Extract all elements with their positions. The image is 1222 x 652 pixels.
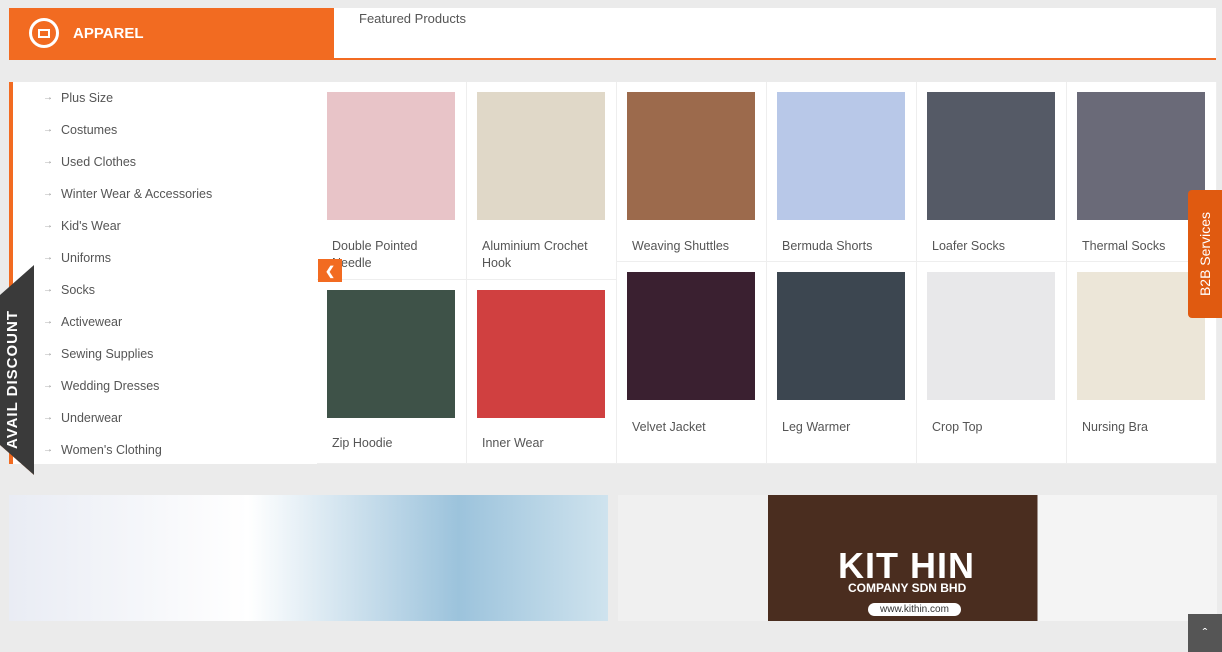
kithin-banner[interactable]: KIT HIN COMPANY SDN BHD www.kithin.com xyxy=(618,495,1217,621)
sidebar-item[interactable]: → Winter Wear & Accessories xyxy=(43,184,309,216)
b2b-services-tab[interactable]: B2B Services xyxy=(1188,190,1222,318)
product-card[interactable]: Zip Hoodie xyxy=(317,280,467,464)
banner-subtitle: COMPANY SDN BHD xyxy=(848,581,967,595)
scroll-to-top-button[interactable]: ˆ xyxy=(1188,614,1222,652)
product-card[interactable]: Bermuda Shorts xyxy=(767,82,917,262)
arrow-icon: → xyxy=(43,316,53,327)
sidebar-item[interactable]: → Used Clothes xyxy=(43,152,309,184)
product-name[interactable]: Loafer Socks xyxy=(932,238,1057,255)
product-image[interactable] xyxy=(777,92,905,220)
arrow-icon: → xyxy=(43,444,53,455)
sidebar-item-label: Women's Clothing xyxy=(61,443,162,457)
product-name[interactable]: Bermuda Shorts xyxy=(782,238,907,255)
sidebar-item-label: Underwear xyxy=(61,411,123,425)
product-name[interactable]: Inner Wear xyxy=(482,435,607,452)
trumonde-banner[interactable] xyxy=(9,495,608,621)
sidebar-item[interactable]: → Underwear xyxy=(43,408,309,440)
product-name[interactable]: Leg Warmer xyxy=(782,419,907,436)
sidebar-item-label: Used Clothes xyxy=(61,155,137,169)
sidebar-item[interactable]: → Wedding Dresses xyxy=(43,376,309,408)
product-image[interactable] xyxy=(927,92,1055,220)
featured-products-tab[interactable]: Featured Products xyxy=(359,11,466,26)
product-card[interactable]: Loafer Socks xyxy=(917,82,1067,262)
category-tab[interactable]: APPAREL xyxy=(9,8,334,58)
product-image[interactable] xyxy=(927,272,1055,400)
chevron-up-icon: ˆ xyxy=(1202,625,1208,641)
product-name[interactable]: Zip Hoodie xyxy=(332,435,457,452)
product-card[interactable]: Double Pointed Needle xyxy=(317,82,467,280)
sidebar-item-label: Kid's Wear xyxy=(61,219,121,233)
sidebar-item[interactable]: → Women's Clothing xyxy=(43,440,309,472)
sidebar-item[interactable]: → Sewing Supplies xyxy=(43,344,309,376)
banner-url: www.kithin.com xyxy=(868,603,961,616)
arrow-icon: → xyxy=(43,284,53,295)
product-card[interactable]: Crop Top xyxy=(917,262,1067,464)
product-image[interactable] xyxy=(777,272,905,400)
sidebar-item[interactable]: → Costumes xyxy=(43,120,309,152)
sidebar-item[interactable]: → Kid's Wear xyxy=(43,216,309,248)
sidebar-item-label: Uniforms xyxy=(61,251,112,265)
product-card[interactable]: Aluminium Crochet Hook xyxy=(467,82,617,280)
arrow-icon: → xyxy=(43,252,53,263)
category-panel: → Plus Size → Costumes → Used Clothes → Winter … xyxy=(9,82,1217,464)
sidebar-item-label: Socks xyxy=(61,283,96,297)
sidebar-item-label: Winter Wear & Accessories xyxy=(61,187,213,201)
product-image[interactable] xyxy=(477,92,605,220)
sidebar-item[interactable]: → Uniforms xyxy=(43,248,309,280)
avail-discount-tab[interactable]: AVAIL DISCOUNT xyxy=(0,265,34,475)
sidebar-item-label: Costumes xyxy=(61,123,118,137)
sidebar-item-label: Sewing Supplies xyxy=(61,347,154,361)
product-name[interactable]: Double Pointed Needle xyxy=(332,238,457,272)
avail-discount-label: AVAIL DISCOUNT xyxy=(4,309,21,449)
product-image[interactable] xyxy=(1077,92,1205,220)
product-image[interactable] xyxy=(327,290,455,418)
sidebar-item[interactable]: → Plus Size xyxy=(43,88,309,120)
product-name[interactable]: Crop Top xyxy=(932,419,1057,436)
product-image[interactable] xyxy=(327,92,455,220)
product-image[interactable] xyxy=(1077,272,1205,400)
product-name[interactable]: Aluminium Crochet Hook xyxy=(482,238,607,272)
arrow-icon: → xyxy=(43,124,53,135)
product-card[interactable]: Leg Warmer xyxy=(767,262,917,464)
subcategory-list: → Plus Size → Costumes → Used Clothes → Winter … xyxy=(9,82,309,464)
product-card[interactable]: Weaving Shuttles xyxy=(617,82,767,262)
arrow-icon: → xyxy=(43,348,53,359)
arrow-icon: → xyxy=(43,156,53,167)
product-name[interactable]: Weaving Shuttles xyxy=(632,238,757,255)
arrow-icon: → xyxy=(43,92,53,103)
arrow-icon: → xyxy=(43,412,53,423)
product-card[interactable]: Velvet Jacket xyxy=(617,262,767,464)
sidebar-item-label: Wedding Dresses xyxy=(61,379,160,393)
arrow-icon: → xyxy=(43,188,53,199)
arrow-icon: → xyxy=(43,380,53,391)
category-icon xyxy=(29,18,59,48)
product-image[interactable] xyxy=(477,290,605,418)
carousel-prev-button[interactable]: ❮ xyxy=(318,259,342,282)
sidebar-item[interactable]: → Socks xyxy=(43,280,309,312)
b2b-services-label: B2B Services xyxy=(1197,211,1213,297)
category-title: APPAREL xyxy=(73,24,144,42)
product-name[interactable]: Nursing Bra xyxy=(1082,419,1207,436)
sidebar-item-label: Plus Size xyxy=(61,91,114,105)
sidebar-item[interactable]: → Activewear xyxy=(43,312,309,344)
arrow-icon: → xyxy=(43,220,53,231)
sidebar-item-label: Activewear xyxy=(61,315,123,329)
product-name[interactable]: Velvet Jacket xyxy=(632,419,757,436)
product-image[interactable] xyxy=(627,92,755,220)
product-image[interactable] xyxy=(627,272,755,400)
product-card[interactable]: Inner Wear xyxy=(467,280,617,464)
category-header: APPAREL Featured Products xyxy=(9,8,1216,60)
